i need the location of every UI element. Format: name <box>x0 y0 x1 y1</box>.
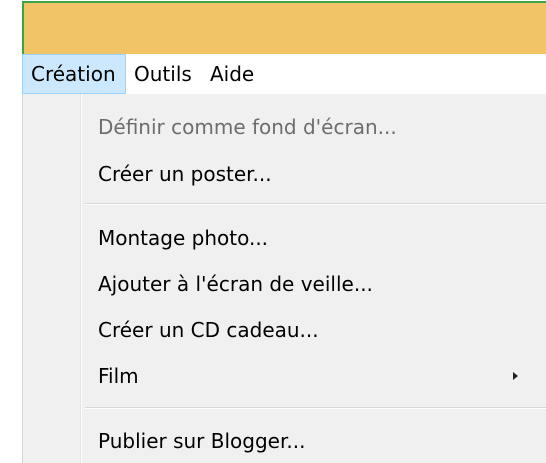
menu-item-publish-blogger[interactable]: Publier sur Blogger... <box>98 421 538 461</box>
menu-separator-highlight <box>85 408 546 409</box>
submenu-arrow-icon <box>513 372 518 380</box>
menu-item-film[interactable]: Film <box>98 356 538 396</box>
menu-aide[interactable]: Aide <box>202 54 262 94</box>
gutter-divider-highlight <box>81 94 82 463</box>
window-title-bar[interactable] <box>22 1 546 54</box>
menu-outils[interactable]: Outils <box>126 54 200 94</box>
menu-item-set-wallpaper: Définir comme fond d'écran... <box>98 115 397 139</box>
menu-creation[interactable]: Création <box>22 54 126 94</box>
menu-item-add-to-screensaver[interactable]: Ajouter à l'écran de veille... <box>98 264 538 304</box>
menu-icon-gutter <box>23 94 80 463</box>
menu-item-create-gift-cd[interactable]: Créer un CD cadeau... <box>98 310 538 350</box>
menu-separator-highlight <box>85 204 546 205</box>
menu-item-film-label: Film <box>98 364 139 388</box>
menu-item-create-poster[interactable]: Créer un poster... <box>98 154 538 194</box>
creation-dropdown-menu: Définir comme fond d'écran... Créer un p… <box>22 94 546 463</box>
menu-item-photo-montage[interactable]: Montage photo... <box>98 218 538 258</box>
menu-bar: Création Outils Aide <box>22 54 546 94</box>
screenshot-frame: Création Outils Aide Définir comme fond … <box>0 0 546 463</box>
